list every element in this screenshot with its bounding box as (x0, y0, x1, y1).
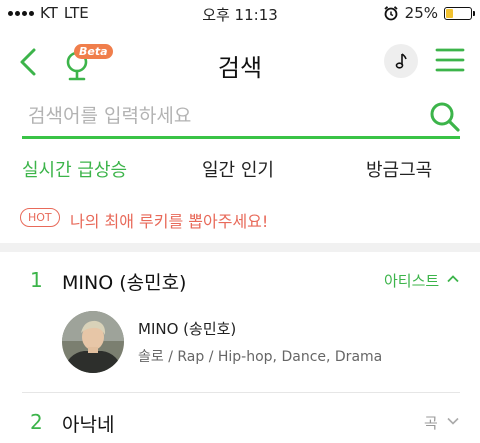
menu-icon[interactable] (434, 46, 466, 74)
music-recognition-button[interactable] (384, 44, 418, 78)
chevron-up-icon (447, 275, 459, 283)
alarm-clock-icon (384, 6, 398, 21)
tab-just-that-song[interactable]: 방금그곡 (366, 156, 432, 182)
status-right: 25% (383, 4, 475, 22)
search-input[interactable] (22, 98, 434, 134)
section-divider (0, 243, 480, 252)
category-label: 아티스트 (384, 272, 440, 290)
artist-meta: 솔로 / Rap / Hip-hop, Dance, Drama (138, 349, 383, 365)
category-label: 곡 (424, 414, 438, 432)
music-note-icon (395, 53, 407, 69)
result-title: MINO (송민호) (62, 272, 187, 294)
chevron-down-icon (447, 417, 459, 425)
search-underline (22, 136, 460, 139)
battery-icon (444, 6, 475, 20)
battery-percent: 25% (404, 4, 438, 22)
result-row-2[interactable]: 2 아낙네 곡 (0, 400, 480, 442)
tab-daily-popular[interactable]: 일간 인기 (202, 156, 274, 182)
rank-number: 2 (30, 410, 43, 434)
battery-fill (446, 8, 453, 18)
artist-avatar[interactable] (62, 311, 124, 373)
search-icon[interactable] (428, 100, 462, 134)
row-divider (22, 392, 460, 393)
result-row-1[interactable]: 1 MINO (송민호) 아티스트 (0, 258, 480, 300)
hot-banner-link[interactable]: 나의 최애 루키를 뽑아주세요! (70, 208, 268, 232)
result-title: 아낙네 (62, 414, 115, 436)
rank-number: 1 (30, 268, 43, 292)
tab-realtime-rising[interactable]: 실시간 급상승 (22, 156, 127, 182)
hot-badge: HOT (20, 208, 60, 227)
artist-name: MINO (송민호) (138, 320, 237, 338)
